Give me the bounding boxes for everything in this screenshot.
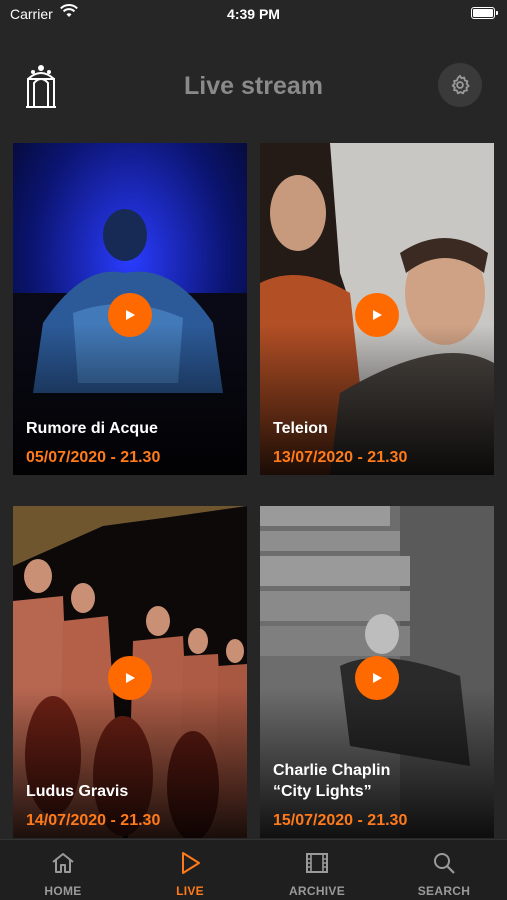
tab-label: ARCHIVE: [288, 884, 346, 898]
play-outline-icon: [182, 852, 200, 874]
event-date: 14/07/2020 - 21.30: [26, 812, 161, 829]
tab-label: HOME: [44, 884, 82, 898]
tab-bar: HOME LIVE ARCHIVE SEARCH: [0, 839, 507, 900]
play-icon: [126, 310, 135, 320]
battery-icon: [471, 7, 498, 19]
play-icon: [373, 673, 382, 683]
play-button[interactable]: [108, 656, 152, 700]
event-card[interactable]: Ludus Gravis 14/07/2020 - 21.30: [13, 506, 247, 838]
event-card[interactable]: Charlie Chaplin “City Lights” 15/07/2020…: [260, 506, 494, 838]
event-card[interactable]: Rumore di Acque 05/07/2020 - 21.30: [13, 143, 247, 475]
event-title: Ludus Gravis: [26, 783, 129, 800]
home-icon: [52, 853, 74, 873]
event-date: 13/07/2020 - 21.30: [273, 449, 408, 466]
event-title: Teleion: [273, 420, 328, 437]
tab-live[interactable]: LIVE: [127, 840, 253, 900]
tab-archive[interactable]: ARCHIVE: [254, 840, 380, 900]
tab-label: SEARCH: [417, 884, 471, 898]
event-title: Rumore di Acque: [26, 420, 158, 437]
play-button[interactable]: [355, 293, 399, 337]
film-icon: [306, 853, 328, 873]
event-date: 05/07/2020 - 21.30: [26, 449, 161, 466]
play-button[interactable]: [355, 656, 399, 700]
event-date: 15/07/2020 - 21.30: [273, 812, 408, 829]
play-icon: [373, 310, 382, 320]
event-card[interactable]: Teleion 13/07/2020 - 21.30: [260, 143, 494, 475]
event-title: Charlie Chaplin “City Lights”: [273, 762, 391, 800]
clock: 4:39 PM: [227, 6, 280, 22]
search-icon: [434, 853, 455, 874]
header: Live stream: [0, 58, 507, 118]
tab-label: LIVE: [176, 884, 204, 898]
tab-home[interactable]: HOME: [0, 840, 126, 900]
tab-search[interactable]: SEARCH: [381, 840, 507, 900]
play-button[interactable]: [108, 293, 152, 337]
status-bar: Carrier 4:39 PM: [0, 0, 507, 28]
settings-button[interactable]: [438, 63, 482, 107]
play-icon: [126, 673, 135, 683]
page-title: Live stream: [184, 72, 323, 100]
gear-icon: [451, 74, 470, 95]
